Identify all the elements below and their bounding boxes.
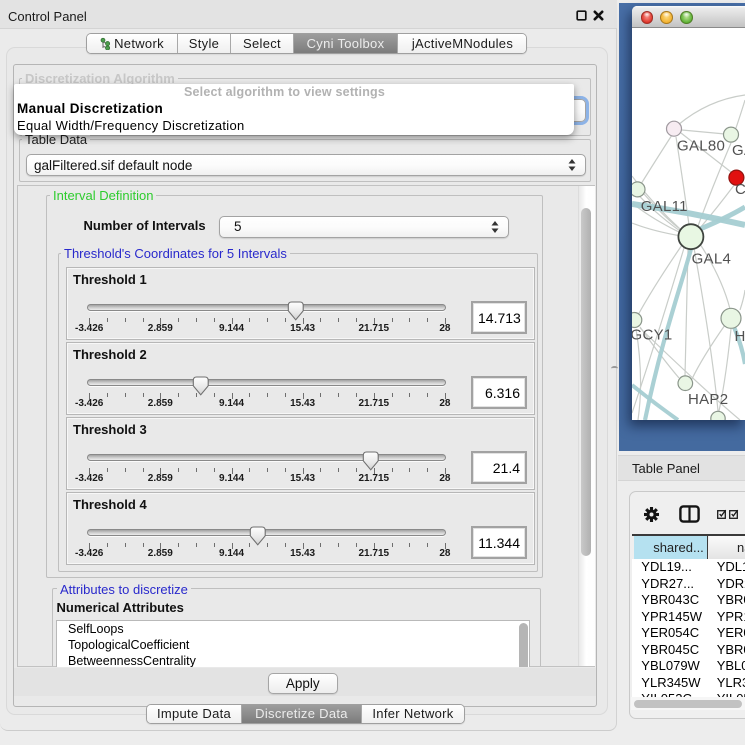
svg-text:HAP2: HAP2 — [688, 391, 728, 408]
svg-text:GCY1: GCY1 — [632, 326, 673, 343]
svg-text:CC: CC — [735, 181, 745, 198]
svg-text:GAL11: GAL11 — [641, 197, 688, 214]
svg-text:GA: GA — [732, 142, 745, 159]
svg-text:GAL4: GAL4 — [692, 250, 732, 267]
svg-text:GAL80: GAL80 — [677, 137, 725, 154]
svg-text:HA: HA — [735, 328, 745, 345]
